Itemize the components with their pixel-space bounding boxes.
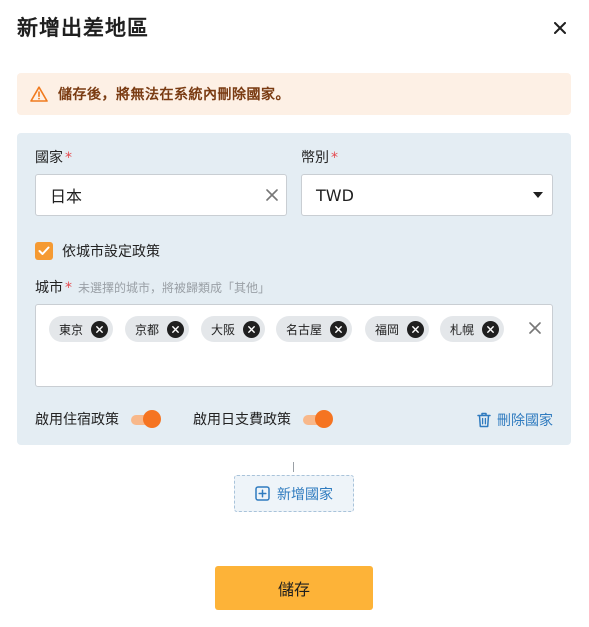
currency-select[interactable]: TWD	[301, 174, 553, 216]
city-policy-row: 依城市設定政策	[35, 241, 160, 261]
close-icon	[487, 325, 494, 333]
city-tag-label: 名古屋	[286, 322, 323, 337]
toggle-knob	[315, 410, 333, 428]
city-tag: 京都	[125, 316, 190, 342]
city-tag: 福岡	[365, 316, 430, 342]
remove-city-button[interactable]	[330, 320, 348, 338]
country-clear-button[interactable]	[258, 189, 286, 201]
lodging-policy-toggle[interactable]	[131, 410, 161, 428]
city-tag: 大阪	[201, 316, 266, 342]
remove-city-button[interactable]	[407, 320, 425, 338]
delete-country-label: 刪除國家	[497, 413, 553, 429]
clear-cities-button[interactable]	[526, 319, 544, 337]
country-panel: 國家 * 日本 幣別 * TWD 依城市設定政策 城市 * 未選擇的城市，將被歸類成「其…	[17, 133, 571, 445]
remove-city-button[interactable]	[167, 320, 185, 338]
close-icon	[335, 325, 342, 333]
close-icon	[172, 325, 179, 333]
city-hint: 未選擇的城市，將被歸類成「其他」	[78, 281, 271, 295]
remove-city-button[interactable]	[91, 320, 109, 338]
city-tag-label: 大阪	[211, 322, 236, 337]
remove-city-button[interactable]	[482, 320, 500, 338]
add-country-button[interactable]: 新增國家	[234, 475, 354, 512]
city-tag-label: 京都	[135, 322, 160, 337]
city-tag-label: 札幌	[450, 322, 475, 337]
toggle-knob	[143, 410, 161, 428]
country-label: 國家 *	[35, 148, 72, 168]
dialog-title: 新增出差地區	[17, 16, 149, 40]
city-tag-label: 福岡	[375, 322, 400, 337]
clear-icon	[529, 322, 541, 334]
close-icon	[248, 325, 255, 333]
allowance-policy-label: 啟用日支費政策	[193, 412, 291, 428]
country-value: 日本	[50, 187, 83, 206]
currency-dropdown-toggle[interactable]	[524, 192, 552, 198]
city-label-text: 城市	[35, 280, 63, 296]
add-country-label: 新增國家	[277, 486, 333, 503]
save-button[interactable]: 儲存	[215, 566, 373, 610]
city-multiselect[interactable]: 東京 京都 大阪 名古屋 福岡 札幌	[35, 304, 553, 387]
warning-icon	[30, 86, 48, 102]
clear-icon	[266, 189, 278, 201]
city-tag: 東京	[49, 316, 114, 342]
city-tag-label: 東京	[59, 322, 84, 337]
check-icon	[38, 246, 50, 255]
remove-city-button[interactable]	[243, 320, 261, 338]
currency-value: TWD	[316, 185, 354, 205]
warning-text: 儲存後，將無法在系統內刪除國家。	[58, 87, 290, 103]
city-policy-checkbox[interactable]	[35, 242, 53, 260]
allowance-policy-toggle[interactable]	[303, 410, 333, 428]
lodging-policy-row: 啟用住宿政策	[35, 409, 161, 429]
required-mark: *	[65, 150, 72, 166]
city-tag: 名古屋	[276, 316, 353, 342]
warning-banner: 儲存後，將無法在系統內刪除國家。	[17, 73, 571, 115]
allowance-policy-row: 啟用日支費政策	[193, 409, 333, 429]
caret-down-icon	[533, 192, 543, 198]
city-tag: 札幌	[440, 316, 505, 342]
lodging-policy-label: 啟用住宿政策	[35, 412, 119, 428]
country-label-text: 國家	[35, 150, 63, 166]
required-mark: *	[65, 280, 72, 296]
close-icon	[96, 325, 103, 333]
currency-label-text: 幣別	[301, 150, 329, 166]
trash-icon	[477, 412, 491, 428]
close-button[interactable]	[548, 16, 572, 40]
city-label: 城市 * 未選擇的城市，將被歸類成「其他」	[35, 278, 270, 298]
plus-square-icon	[255, 486, 270, 501]
close-icon	[554, 22, 566, 34]
required-mark: *	[331, 150, 338, 166]
close-icon	[412, 325, 419, 333]
dialog-header: 新增出差地區	[17, 14, 572, 42]
city-policy-label: 依城市設定政策	[62, 244, 160, 260]
currency-label: 幣別 *	[301, 148, 338, 168]
country-select[interactable]: 日本	[35, 174, 287, 216]
connector-line	[293, 462, 294, 472]
delete-country-button[interactable]: 刪除國家	[477, 410, 553, 430]
